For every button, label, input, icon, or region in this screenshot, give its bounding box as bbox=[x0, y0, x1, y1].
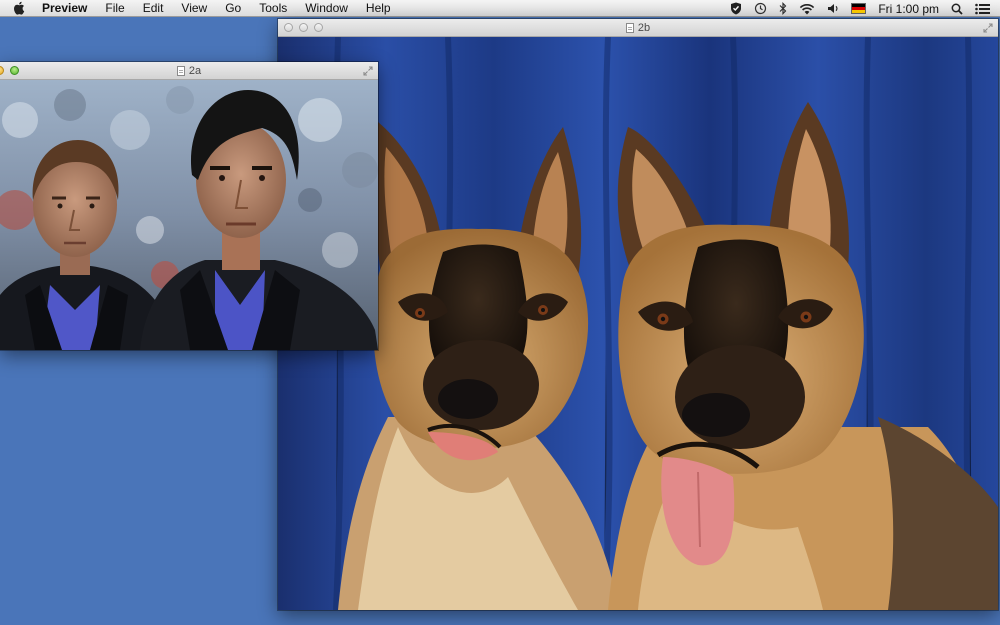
window-2b-title: 2b bbox=[637, 21, 651, 34]
two-men-in-dark-suits-photo bbox=[0, 80, 378, 350]
window-controls bbox=[0, 66, 19, 75]
minimize-button[interactable] bbox=[0, 66, 4, 75]
window-2a[interactable]: 2a bbox=[0, 62, 378, 350]
window-2b[interactable]: 2b bbox=[278, 19, 998, 610]
menu-edit[interactable]: Edit bbox=[143, 1, 164, 15]
time-machine-icon[interactable] bbox=[754, 2, 767, 15]
fullscreen-icon[interactable] bbox=[363, 66, 373, 76]
wifi-icon[interactable] bbox=[799, 3, 815, 15]
window-title: 2a bbox=[176, 64, 202, 77]
notification-center-icon[interactable] bbox=[975, 3, 990, 15]
bluetooth-icon[interactable] bbox=[779, 2, 787, 15]
document-icon bbox=[176, 65, 185, 76]
window-controls bbox=[284, 23, 323, 32]
shield-icon[interactable] bbox=[730, 2, 742, 15]
status-area: Fri 1:00 pm bbox=[730, 0, 990, 17]
close-button[interactable] bbox=[284, 23, 293, 32]
menu-preview[interactable]: Preview bbox=[42, 1, 87, 15]
two-german-shepherd-dogs-photo bbox=[278, 37, 998, 610]
menu-file[interactable]: File bbox=[105, 1, 124, 15]
window-2a-titlebar[interactable]: 2a bbox=[0, 62, 378, 80]
clock[interactable]: Fri 1:00 pm bbox=[878, 2, 939, 16]
fullscreen-icon[interactable] bbox=[983, 23, 993, 33]
apple-icon[interactable] bbox=[13, 1, 29, 15]
zoom-button[interactable] bbox=[314, 23, 323, 32]
menu-bar: Preview File Edit View Go Tools Window H… bbox=[0, 0, 1000, 17]
menu-help[interactable]: Help bbox=[366, 1, 391, 15]
volume-icon[interactable] bbox=[827, 3, 839, 14]
spotlight-search-icon[interactable] bbox=[951, 3, 963, 15]
document-icon bbox=[625, 22, 634, 33]
window-title: 2b bbox=[625, 21, 651, 34]
minimize-button[interactable] bbox=[299, 23, 308, 32]
menu-go[interactable]: Go bbox=[225, 1, 241, 15]
window-2b-titlebar[interactable]: 2b bbox=[278, 19, 998, 37]
menu-window[interactable]: Window bbox=[305, 1, 348, 15]
menu-tools[interactable]: Tools bbox=[259, 1, 287, 15]
window-2a-title: 2a bbox=[188, 64, 202, 77]
zoom-button[interactable] bbox=[10, 66, 19, 75]
menu-view[interactable]: View bbox=[181, 1, 207, 15]
german-flag-icon[interactable] bbox=[851, 3, 867, 14]
